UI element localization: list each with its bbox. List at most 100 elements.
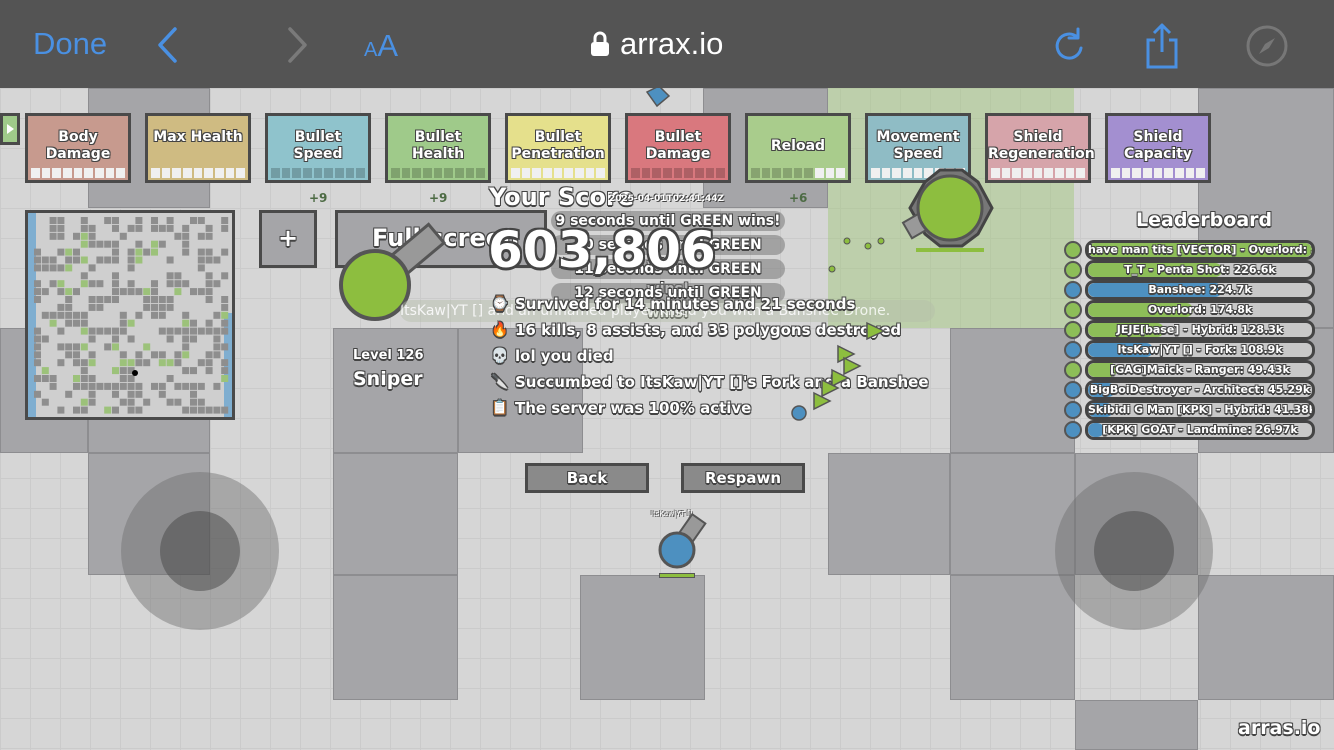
- compass-icon[interactable]: [1245, 24, 1289, 68]
- minimap-cell: [174, 272, 182, 280]
- minimap-cell: [143, 303, 151, 311]
- leaderboard-entry-text: ItsKaw|YT [] - Fork: 108.9k: [1117, 343, 1283, 356]
- done-button[interactable]: Done: [33, 26, 107, 62]
- move-joystick[interactable]: [121, 472, 279, 630]
- move-joystick-knob[interactable]: [160, 511, 240, 591]
- stat-upgrade-bullet-damage[interactable]: Bullet Damage: [625, 113, 731, 183]
- forward-chevron-icon[interactable]: [284, 26, 310, 64]
- minimap-cell: [119, 351, 127, 359]
- minimap-cell: [34, 375, 41, 382]
- leaderboard-entry-text: T_T - Penta Shot: 226.6k: [1124, 263, 1276, 276]
- minimap-cell: [174, 359, 182, 367]
- stat-upgrade-bullet-health[interactable]: Bullet Health: [385, 113, 491, 183]
- minimap-cell: [127, 256, 135, 264]
- stat-level-bar: [151, 168, 246, 178]
- stat-plus-indicator: +6: [789, 191, 808, 205]
- minimap-cell: [197, 327, 205, 335]
- stat-upgrade-shield-regeneration[interactable]: Shield Regeneration: [985, 113, 1095, 183]
- back-button[interactable]: Back: [525, 463, 649, 493]
- knife-icon: 🔪: [491, 374, 509, 390]
- minimap-cell: [127, 398, 135, 406]
- minimap-cell: [143, 288, 151, 296]
- minimap-cell: [143, 398, 151, 406]
- minimap-cell: [88, 335, 96, 343]
- minimap-cell: [158, 311, 166, 319]
- stat-upgrade-body-damage[interactable]: Body Damage: [25, 113, 131, 183]
- stat-upgrade-reload[interactable]: Reload: [745, 113, 851, 183]
- reload-icon[interactable]: [1054, 26, 1088, 64]
- minimap-cell: [57, 288, 65, 296]
- minimap-cell: [205, 280, 213, 288]
- share-icon[interactable]: [1142, 22, 1182, 70]
- stat-upgrade-bullet-penetration[interactable]: Bullet Penetration: [505, 113, 611, 183]
- wall: [333, 328, 458, 453]
- minimap-cell: [182, 224, 190, 232]
- minimap-cell: [151, 288, 158, 296]
- minimap-cell: [34, 288, 41, 296]
- minimap-cell: [65, 319, 73, 327]
- minimap-cell: [213, 280, 221, 288]
- minimap-cell: [104, 382, 112, 390]
- back-chevron-icon[interactable]: [155, 26, 181, 64]
- minimap-cell: [119, 382, 127, 390]
- leaderboard-entry-text: have man tits [VECTOR] - Overlord: 375.5…: [1088, 243, 1312, 256]
- minimap-cell: [197, 256, 205, 264]
- minimap-cell: [104, 240, 112, 248]
- minimap-cell: [143, 296, 151, 303]
- minimap-cell: [143, 343, 151, 351]
- leaderboard-tank-icon: [1064, 281, 1082, 299]
- minimap-cell: [112, 288, 119, 296]
- minimap-cell: [143, 359, 151, 367]
- leaderboard-title: Leaderboard: [1136, 209, 1273, 231]
- minimap-cell: [135, 311, 143, 319]
- stat-upgrade-max-health[interactable]: Max Health: [145, 113, 251, 183]
- plus-label: +: [277, 224, 299, 252]
- minimap-cell: [73, 406, 80, 414]
- minimap-cell: [65, 303, 73, 311]
- minimap-cell: [96, 256, 104, 264]
- minimap-cell: [197, 248, 205, 256]
- address-bar[interactable]: arrax.io: [590, 26, 723, 62]
- leaderboard-row: ItsKaw|YT [] - Fork: 108.9k: [1085, 340, 1315, 360]
- minimap-cell: [151, 311, 158, 319]
- minimap-cell: [221, 224, 229, 232]
- minimap-cell: [73, 288, 80, 296]
- aim-joystick-knob[interactable]: [1094, 511, 1174, 591]
- stat-upgrade-shield-capacity[interactable]: Shield Capacity: [1105, 113, 1211, 183]
- text-size-button[interactable]: AA: [364, 28, 398, 64]
- game-canvas[interactable]: Body Damage Max Health Bullet Speed +9 Bulle…: [0, 88, 1334, 750]
- minimap-cell: [158, 382, 166, 390]
- leaderboard-row: T_T - Penta Shot: 226.6k: [1085, 260, 1315, 280]
- stat-level-bar: [631, 168, 726, 178]
- minimap-cell: [221, 343, 229, 351]
- level-label: Level 126: [353, 348, 424, 363]
- minimap-cell: [190, 335, 197, 343]
- minimap-cell: [197, 217, 205, 224]
- minimap-cell: [213, 256, 221, 264]
- minimap-cell: [73, 311, 80, 319]
- minimap-cell: [34, 264, 41, 272]
- browser-toolbar: Done AA arrax.io: [0, 0, 1334, 88]
- upgrade-toggle-button[interactable]: [0, 113, 20, 145]
- minimap-cell: [73, 359, 80, 367]
- minimap-cell: [182, 280, 190, 288]
- aim-joystick[interactable]: [1055, 472, 1213, 630]
- leaderboard-row: [GAG]Maick - Ranger: 49.43k: [1085, 360, 1315, 380]
- plus-button[interactable]: +: [259, 210, 317, 268]
- minimap-cell: [135, 359, 143, 367]
- stat-upgrade-bullet-speed[interactable]: Bullet Speed: [265, 113, 371, 183]
- respawn-button[interactable]: Respawn: [681, 463, 805, 493]
- minimap-cell: [190, 390, 197, 398]
- minimap-cell: [112, 327, 119, 335]
- minimap-cell: [80, 272, 88, 280]
- minimap-cell: [197, 398, 205, 406]
- stat-level-bar: [1111, 168, 1206, 178]
- minimap-cell: [88, 296, 96, 303]
- minimap-cell: [205, 367, 213, 375]
- minimap-cell: [151, 303, 158, 311]
- leaderboard-tank-icon: [1064, 341, 1082, 359]
- minimap-cell: [205, 359, 213, 367]
- stat-label: Max Health: [153, 129, 243, 145]
- minimap-cell: [57, 248, 65, 256]
- minimap-cell: [151, 240, 158, 248]
